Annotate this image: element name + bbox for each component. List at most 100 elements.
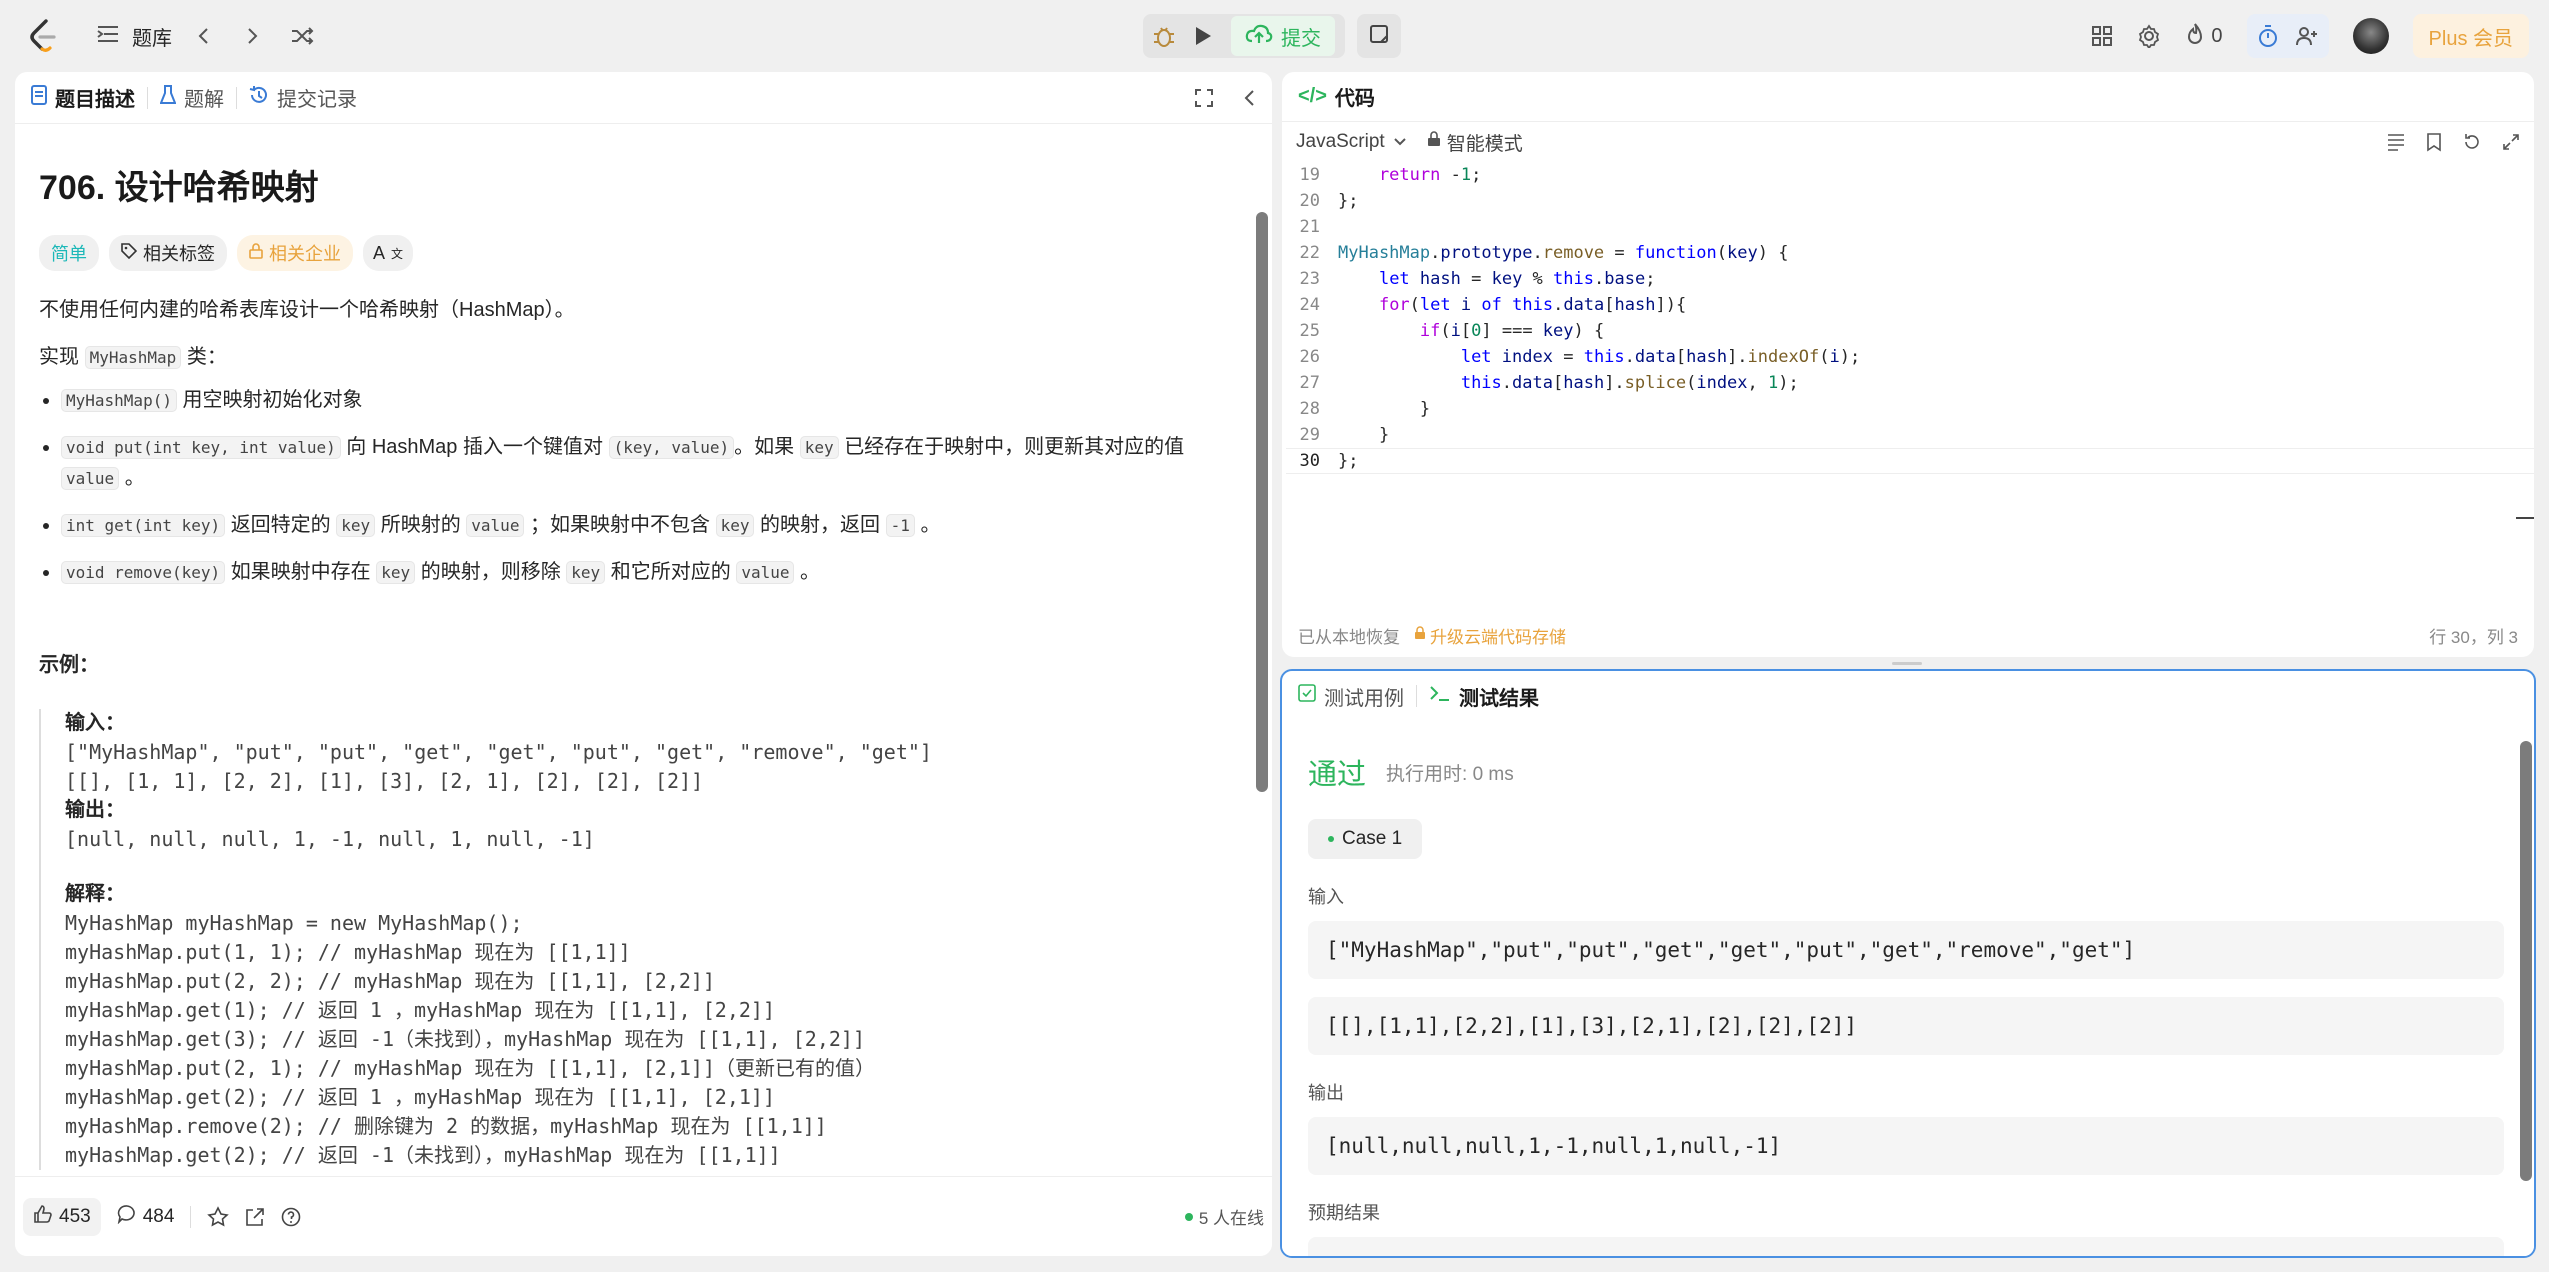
comments-button[interactable]: 484 <box>117 1204 174 1230</box>
list-item: void put(int key, int value) 向 HashMap 插… <box>61 432 1231 494</box>
code-icon: </> <box>1298 85 1327 107</box>
share-icon[interactable] <box>245 1207 265 1227</box>
format-icon[interactable] <box>2386 133 2406 151</box>
tab-submissions[interactable]: 提交记录 <box>249 83 357 112</box>
online-dot-icon <box>1184 1212 1193 1221</box>
fullscreen-icon[interactable] <box>1194 88 1214 108</box>
settings-gear-icon[interactable] <box>2137 24 2161 48</box>
expected-value: [null,null,null,1,-1,null,1,null,-1] <box>1308 1237 2504 1256</box>
explain-line: myHashMap.get(2); // 返回 -1（未找到），myHashMa… <box>65 1143 781 1167</box>
cloud-upload-icon <box>1245 23 1273 50</box>
tab-code[interactable]: </> 代码 <box>1298 82 1375 111</box>
like-count: 453 <box>59 1205 91 1227</box>
history-icon <box>249 85 269 111</box>
submit-label: 提交 <box>1281 27 1321 50</box>
help-icon[interactable] <box>281 1207 301 1227</box>
output-value: [null,null,null,1,-1,null,1,null,-1] <box>1308 1117 2504 1175</box>
panel-resize-handle[interactable] <box>1892 662 1922 665</box>
problemset-menu[interactable]: 题库 <box>96 22 172 51</box>
code-toolbar: JavaScript 智能模式 <box>1282 122 2534 162</box>
example-input-label: 输入： <box>65 712 125 734</box>
code-line: 24 for(let i of this.data[hash]){ <box>1286 292 2534 318</box>
result-scrollbar[interactable] <box>2520 741 2532 1181</box>
star-icon[interactable] <box>207 1205 230 1228</box>
explain-line: myHashMap.remove(2); // 删除键为 2 的数据，myHas… <box>65 1114 827 1138</box>
smart-mode-toggle[interactable]: 智能模式 <box>1427 129 1523 156</box>
test-tabs: 测试用例 测试结果 <box>1282 671 2534 721</box>
line-number: 23 <box>1299 269 1320 289</box>
streak-counter[interactable]: 0 <box>2185 22 2223 51</box>
method-code: int get(int key) <box>61 514 226 537</box>
runtime-label: 执行用时: 0 ms <box>1386 763 1514 785</box>
related-companies-button[interactable]: 相关企业 <box>237 235 353 271</box>
code-line: 19 return -1; <box>1286 162 2534 188</box>
difficulty-badge: 简单 <box>39 235 99 271</box>
description-scrollbar[interactable] <box>1256 212 1268 792</box>
tab-testcases[interactable]: 测试用例 <box>1298 682 1404 711</box>
checkbox-icon <box>1298 684 1316 708</box>
notes-button[interactable] <box>1357 14 1401 58</box>
inline-code: key <box>566 561 606 584</box>
logo-icon[interactable] <box>28 19 58 53</box>
online-status: 5 人在线 <box>1184 1204 1264 1229</box>
tab-description[interactable]: 题目描述 <box>31 83 135 112</box>
translate-icon[interactable]: A文 <box>363 235 414 271</box>
example-input-line: [[], [1, 1], [2, 2], [1], [3], [2, 1], [… <box>65 769 704 793</box>
expand-icon[interactable] <box>2502 133 2520 151</box>
stopwatch-icon[interactable] <box>2257 24 2279 48</box>
case-tab[interactable]: Case 1 <box>1308 819 1423 859</box>
related-tags-button[interactable]: 相关标签 <box>109 235 227 271</box>
layout-icon[interactable] <box>2091 25 2113 47</box>
run-button[interactable] <box>1193 25 1213 47</box>
avatar[interactable] <box>2352 18 2389 54</box>
tab-testcases-label: 测试用例 <box>1324 687 1404 710</box>
code-line: 22 MyHashMap.prototype.remove = function(… <box>1286 240 2534 266</box>
inline-code: key <box>799 436 839 459</box>
comment-icon <box>117 1204 137 1230</box>
tab-solutions[interactable]: 题解 <box>159 83 224 112</box>
next-problem-button[interactable] <box>242 26 262 46</box>
inline-code: value <box>466 514 525 537</box>
terminal-icon <box>1429 684 1451 708</box>
bookmark-icon[interactable] <box>2426 132 2442 152</box>
line-number: 29 <box>1299 425 1320 445</box>
language-select[interactable]: JavaScript <box>1296 131 1407 153</box>
upgrade-label: 升级云端代码存储 <box>1430 627 1566 647</box>
input-value: ["MyHashMap","put","put","get","get","pu… <box>1308 921 2504 979</box>
prev-problem-button[interactable] <box>194 26 214 46</box>
debug-icon[interactable] <box>1153 24 1175 48</box>
reset-icon[interactable] <box>2462 132 2482 152</box>
method-desc: 的映射，则移除 <box>420 561 561 583</box>
input-label: 输入 <box>1308 887 1344 907</box>
code-line: 28 } <box>1286 396 2534 422</box>
code-editor[interactable]: 19 return -1; 20}; 21 22 MyHashMap.protot… <box>1282 162 2534 592</box>
method-desc: 如果映射中存在 <box>230 561 371 583</box>
code-line: 29 } <box>1286 422 2534 448</box>
tab-solutions-label: 题解 <box>184 89 224 111</box>
input-value: [[],[1,1],[2,2],[1],[3],[2,1],[2],[2],[2… <box>1308 997 2504 1055</box>
like-button[interactable]: 453 <box>23 1197 101 1236</box>
list-item: void remove(key) 如果映射中存在 key 的映射，则移除 key… <box>61 557 1231 588</box>
example-block: 输入： ["MyHashMap", "put", "put", "get", "… <box>39 709 1231 1170</box>
line-number: 30 <box>1299 451 1320 471</box>
upgrade-storage-link[interactable]: 升级云端代码存储 <box>1414 623 1566 648</box>
code-line: 25 if(i[0] === key) { <box>1286 318 2534 344</box>
thumbs-up-icon <box>33 1204 53 1230</box>
smart-mode-label: 智能模式 <box>1446 133 1523 155</box>
plus-member-button[interactable]: Plus 会员 <box>2412 14 2529 58</box>
shuffle-icon[interactable] <box>290 26 314 46</box>
restored-status: 已从本地恢复 <box>1298 627 1400 647</box>
description-content: 706. 设计哈希映射 简单 相关标签 相关企业 A文 不使用任何内建的哈希表库… <box>15 124 1255 1176</box>
collapse-panel-icon[interactable] <box>1242 88 1256 108</box>
method-desc: 。 <box>124 467 145 489</box>
case-dot-icon <box>1328 836 1334 842</box>
line-number: 21 <box>1299 217 1320 237</box>
description-footer: 453 484 5 人在线 <box>15 1176 1272 1256</box>
tab-testresult[interactable]: 测试结果 <box>1429 682 1539 711</box>
problem-intro: 不使用任何内建的哈希表库设计一个哈希映射（HashMap）。 <box>39 299 575 321</box>
add-friend-icon[interactable] <box>2295 25 2319 47</box>
submit-button[interactable]: 提交 <box>1231 16 1335 56</box>
tab-submissions-label: 提交记录 <box>277 89 357 111</box>
list-icon <box>96 24 120 49</box>
test-result-body: 通过 执行用时: 0 ms Case 1 输入 ["MyHashMap","pu… <box>1282 751 2534 1256</box>
